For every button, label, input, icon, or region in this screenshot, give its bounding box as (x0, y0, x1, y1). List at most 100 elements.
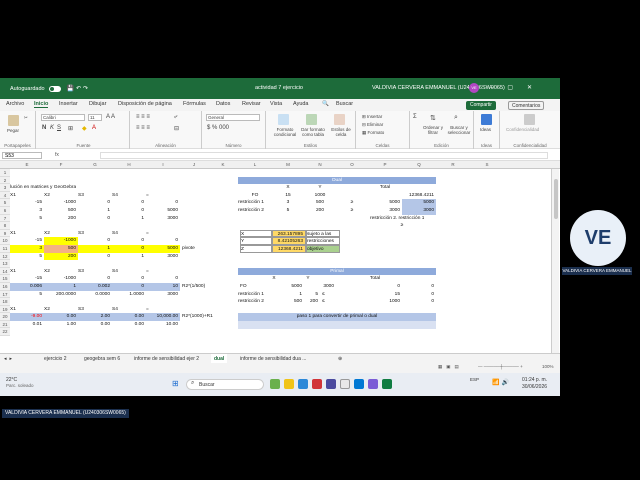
cell[interactable]: 3000 (146, 291, 180, 299)
sort-filter-icon[interactable]: ⇅ (430, 114, 436, 122)
cell[interactable]: 0 (146, 275, 180, 283)
cell-highlight[interactable]: 3000 (402, 207, 436, 215)
cell-highlight[interactable]: 0 (112, 283, 146, 291)
cell[interactable]: 200 (44, 215, 78, 223)
cell[interactable]: 0 (112, 237, 146, 245)
cell[interactable]: 1 (112, 253, 146, 261)
cell-highlight[interactable]: 0.00 (44, 313, 78, 321)
column-header[interactable]: M (272, 162, 304, 167)
sheet-tab[interactable]: geogebra sem 6 (84, 356, 120, 362)
cell[interactable]: 5 (272, 207, 304, 215)
app-icon[interactable] (312, 379, 322, 389)
user-avatar[interactable]: VE (469, 83, 479, 93)
cell[interactable]: 500 (44, 207, 78, 215)
autosum-icon[interactable]: Σ (413, 114, 417, 120)
fx-icon[interactable]: fx (55, 152, 59, 158)
column-header[interactable]: P (368, 162, 402, 167)
paste-icon[interactable] (8, 115, 19, 126)
zoom-level[interactable]: 100% (542, 364, 554, 369)
row-header[interactable]: 15 (0, 275, 10, 283)
row-header[interactable]: 5 (0, 199, 10, 207)
participant-avatar[interactable]: VE (570, 210, 626, 266)
row-header[interactable]: 4 (0, 192, 10, 200)
column-header[interactable]: K (208, 162, 238, 167)
cell-note[interactable]: R2*(1000)+R1 (182, 313, 213, 321)
cell[interactable]: ≥ (390, 222, 414, 230)
tab-vista[interactable]: Vista (270, 101, 282, 107)
cell-highlight[interactable]: 10,000.00 (146, 313, 180, 321)
row-header[interactable]: 16 (0, 283, 10, 291)
cell[interactable]: 0 (146, 237, 180, 245)
fill-color-icon[interactable]: ◆ (82, 125, 87, 132)
edge-icon[interactable] (298, 379, 308, 389)
sheet-nav-icon[interactable]: ◂▸ (4, 356, 15, 362)
vertical-scrollbar[interactable] (551, 169, 559, 353)
cell[interactable]: 15 (272, 192, 304, 200)
cell[interactable]: 0 (402, 291, 436, 299)
cell[interactable]: 0 (78, 253, 112, 261)
tab-formulas[interactable]: Fórmulas (183, 101, 206, 107)
cell[interactable]: 1.0000 (112, 291, 146, 299)
delete-cells-button[interactable]: ⊟ Eliminar (362, 122, 383, 128)
cell[interactable]: X2 (44, 268, 78, 276)
cell[interactable]: ≥ (336, 199, 368, 207)
conditional-format-icon[interactable] (278, 114, 289, 125)
cell[interactable]: 3 (10, 207, 44, 215)
font-name-select[interactable]: Calibri (41, 114, 85, 121)
tab-ayuda[interactable]: Ayuda (293, 101, 309, 107)
cell-highlight[interactable]: 0.002 (78, 283, 112, 291)
primal-title[interactable]: Primal (238, 267, 436, 276)
cell[interactable]: restricción 1 (238, 291, 272, 299)
cell[interactable]: 3000 (368, 207, 402, 215)
format-cells-button[interactable]: ▦ Formato (362, 130, 384, 136)
sensitivity-label[interactable]: Confidencialidad (506, 127, 539, 132)
comments-button[interactable]: Comentarios (508, 101, 545, 110)
pivot-cell[interactable]: 500 (44, 245, 78, 253)
cut-icon[interactable]: ✂ (24, 115, 28, 121)
align-left-icon[interactable]: ≡ ≡ ≡ (136, 125, 150, 131)
cell[interactable]: 0 (146, 199, 180, 207)
teams-icon[interactable] (326, 379, 336, 389)
row-header[interactable]: 7 (0, 215, 10, 223)
column-header[interactable]: S (470, 162, 504, 167)
wrap-text-icon[interactable]: ⤶ (174, 114, 177, 121)
cell[interactable]: ≤ (322, 291, 332, 299)
merge-icon[interactable]: ⊟ (174, 125, 179, 132)
cell[interactable]: Total (368, 184, 402, 192)
cell-highlight[interactable]: objetivo (306, 245, 340, 253)
store-icon[interactable] (354, 379, 364, 389)
cell[interactable]: restricción 2. restricción 1 (370, 215, 424, 223)
cell[interactable]: ≥ (336, 207, 368, 215)
cell[interactable]: 200.0000 (44, 291, 78, 299)
share-button[interactable]: Compartir (466, 101, 496, 110)
row-header[interactable]: 10 (0, 237, 10, 245)
cell-highlight[interactable]: -9.00 (10, 313, 44, 321)
cell[interactable]: 5000 (272, 283, 304, 291)
sheet-tab[interactable]: informe de sensibilidad dua ... (240, 356, 306, 362)
cell[interactable]: 0 (368, 283, 402, 291)
cell[interactable]: ≤ (322, 298, 332, 306)
clock[interactable]: 01:24 p. m. 30/06/2026 (522, 377, 547, 391)
cell[interactable]: = (146, 230, 180, 238)
find-select-label[interactable]: Buscar y seleccionar (446, 125, 472, 135)
dual-title[interactable]: Dual (238, 176, 436, 185)
column-header[interactable]: O (336, 162, 368, 167)
cell[interactable]: 200 (304, 207, 336, 215)
row-header[interactable]: 1 (0, 169, 10, 177)
system-tray-icons[interactable]: 📶🔊 (492, 379, 511, 386)
language-indicator[interactable]: ESP (470, 377, 479, 382)
cell-area[interactable]: lución en matrices y GeoGebra X1 X2 S3 S… (10, 169, 550, 353)
chrome-icon[interactable] (340, 379, 350, 389)
cell[interactable]: FO (240, 283, 270, 291)
column-header[interactable]: L (238, 162, 272, 167)
cell[interactable]: 12368.4211 (402, 192, 436, 200)
cell[interactable]: restricciones (306, 237, 340, 245)
cell[interactable]: S3 (78, 192, 112, 200)
cell-note[interactable]: R2*(1/500) (182, 283, 205, 291)
tab-buscar[interactable]: Buscar (336, 101, 353, 107)
ideas-label[interactable]: Ideas (480, 127, 491, 132)
cell[interactable]: 3 (272, 199, 304, 207)
cell[interactable]: S4 (112, 230, 146, 238)
cell[interactable]: 0 (112, 207, 146, 215)
excel-icon[interactable] (382, 379, 392, 389)
